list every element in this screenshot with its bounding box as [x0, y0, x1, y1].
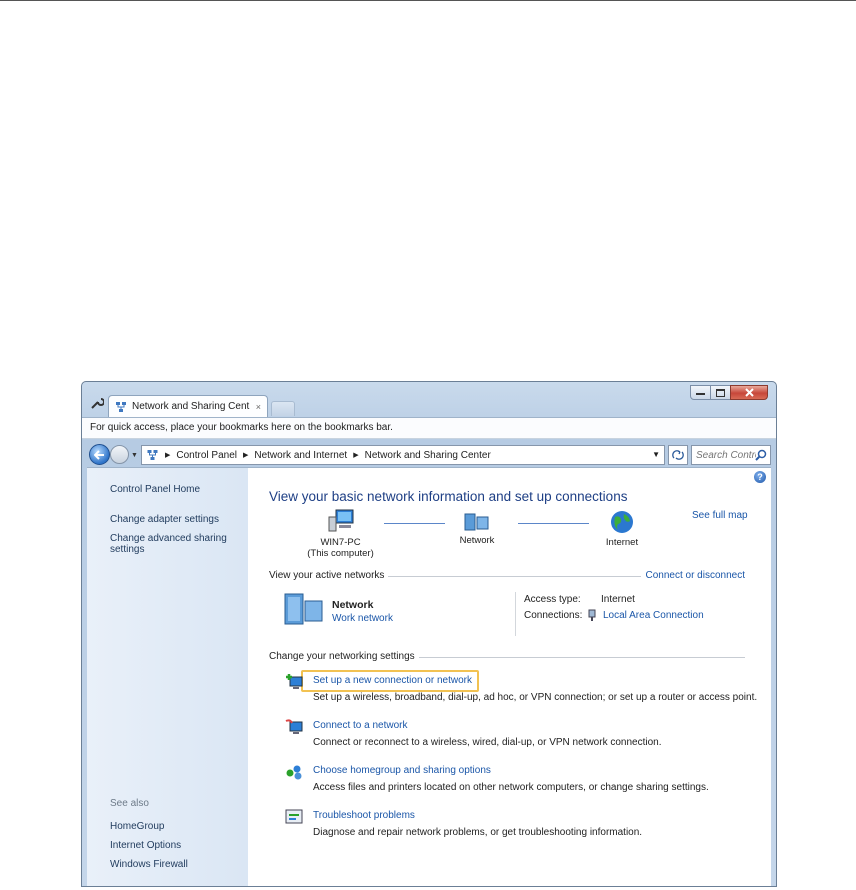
help-icon[interactable]: ? [754, 471, 766, 483]
network-label: Network [459, 535, 495, 546]
active-networks-heading: View your active networks [269, 570, 389, 581]
homegroup-icon [286, 765, 302, 780]
homegroup-sharing-link[interactable]: Choose homegroup and sharing options [313, 765, 491, 776]
minimize-icon [696, 392, 705, 395]
divider [515, 592, 516, 636]
task-description: Connect or reconnect to a wireless, wire… [313, 737, 662, 748]
bookmarks-bar-hint: For quick access, place your bookmarks h… [90, 422, 393, 433]
computer-icon [328, 509, 353, 532]
sidebar-item-homegroup[interactable]: HomeGroup [110, 821, 164, 832]
history-dropdown-icon[interactable]: ▼ [131, 452, 138, 459]
back-arrow-icon [94, 449, 104, 460]
tab-network-and-sharing-center[interactable]: Network and Sharing Cent × [108, 395, 268, 417]
globe-icon [611, 511, 633, 533]
breadcrumb-network-and-sharing-center[interactable]: Network and Sharing Center [365, 450, 491, 461]
content-area: Control Panel Home Change adapter settin… [87, 467, 771, 886]
network-icon [464, 513, 489, 531]
access-type-value: Internet [601, 594, 635, 605]
search-input[interactable] [696, 449, 756, 461]
computer-name: WIN7-PC [320, 537, 361, 548]
internet-label: Internet [605, 537, 639, 548]
network-tab-icon [116, 401, 126, 412]
back-button[interactable] [89, 444, 110, 465]
window-caption-buttons [690, 385, 768, 400]
new-connection-icon [286, 674, 303, 689]
address-bar[interactable]: ▶ Control Panel ▶ Network and Internet ▶… [141, 445, 665, 465]
page-top-rule [0, 0, 856, 1]
map-node-network[interactable]: Network [452, 512, 502, 546]
wrench-icon[interactable] [90, 396, 104, 410]
active-network-name: Network [332, 599, 374, 611]
set-up-new-connection-link[interactable]: Set up a new connection or network [313, 675, 472, 686]
search-icon[interactable] [755, 449, 767, 461]
ethernet-icon [588, 609, 596, 621]
network-type-link[interactable]: Work network [332, 613, 393, 624]
refresh-button[interactable] [668, 445, 688, 465]
new-tab-button[interactable] [271, 401, 295, 416]
control-panel-icon [147, 450, 158, 460]
networking-settings-heading: Change your networking settings [269, 651, 419, 662]
sidebar-item-internet-options[interactable]: Internet Options [110, 840, 181, 851]
page-title: View your basic network information and … [269, 489, 628, 504]
minimize-button[interactable] [690, 385, 711, 400]
maximize-button[interactable] [710, 385, 731, 400]
breadcrumb-separator-icon[interactable]: ▶ [353, 451, 358, 459]
access-type-label: Access type: [524, 594, 581, 605]
connect-or-disconnect-link[interactable]: Connect or disconnect [641, 570, 745, 581]
breadcrumb-network-and-internet[interactable]: Network and Internet [254, 450, 347, 461]
troubleshoot-icon [285, 809, 303, 824]
bookmarks-bar: For quick access, place your bookmarks h… [82, 417, 776, 439]
browser-window: Network and Sharing Cent × For quick acc… [81, 381, 777, 887]
connections-label: Connections: [524, 610, 583, 621]
active-network-icon [284, 593, 323, 625]
map-connector-line [384, 523, 445, 524]
close-window-button[interactable] [730, 385, 768, 400]
forward-button[interactable] [110, 445, 129, 464]
connect-network-icon [285, 719, 303, 734]
breadcrumb-separator-icon[interactable]: ▶ [243, 451, 248, 459]
close-icon [744, 388, 754, 397]
task-description: Access files and printers located on oth… [313, 782, 709, 793]
refresh-icon [672, 450, 684, 460]
connect-to-network-link[interactable]: Connect to a network [313, 720, 408, 731]
search-box[interactable] [691, 445, 771, 465]
troubleshoot-problems-link[interactable]: Troubleshoot problems [313, 810, 415, 821]
sidebar: Control Panel Home Change adapter settin… [87, 468, 248, 886]
sidebar-item-change-adapter-settings[interactable]: Change adapter settings [110, 514, 219, 525]
tab-title: Network and Sharing Cent [132, 401, 250, 412]
navigation-row: ▼ ▶ Control Panel ▶ Network and Internet… [82, 440, 776, 466]
address-dropdown-icon[interactable]: ▼ [652, 450, 660, 459]
main-panel: ? View your basic network information an… [248, 468, 771, 886]
map-node-computer[interactable]: WIN7-PC (This computer) [303, 508, 378, 559]
breadcrumb-separator-icon[interactable]: ▶ [165, 451, 170, 459]
see-also-heading: See also [110, 798, 149, 809]
task-description: Set up a wireless, broadband, dial-up, a… [313, 692, 758, 703]
tab-close-icon[interactable]: × [256, 402, 261, 412]
maximize-icon [716, 388, 725, 397]
local-area-connection-link[interactable]: Local Area Connection [603, 610, 704, 621]
breadcrumb-control-panel[interactable]: Control Panel [176, 450, 237, 461]
sidebar-item-control-panel-home[interactable]: Control Panel Home [110, 484, 200, 495]
map-node-internet[interactable]: Internet [598, 510, 646, 548]
see-full-map-link[interactable]: See full map [692, 510, 748, 521]
sidebar-item-windows-firewall[interactable]: Windows Firewall [110, 859, 188, 870]
map-connector-line [518, 523, 589, 524]
sidebar-item-change-advanced-sharing[interactable]: Change advanced sharing settings [110, 533, 230, 555]
computer-sub: (This computer) [307, 548, 374, 559]
task-description: Diagnose and repair network problems, or… [313, 827, 643, 838]
